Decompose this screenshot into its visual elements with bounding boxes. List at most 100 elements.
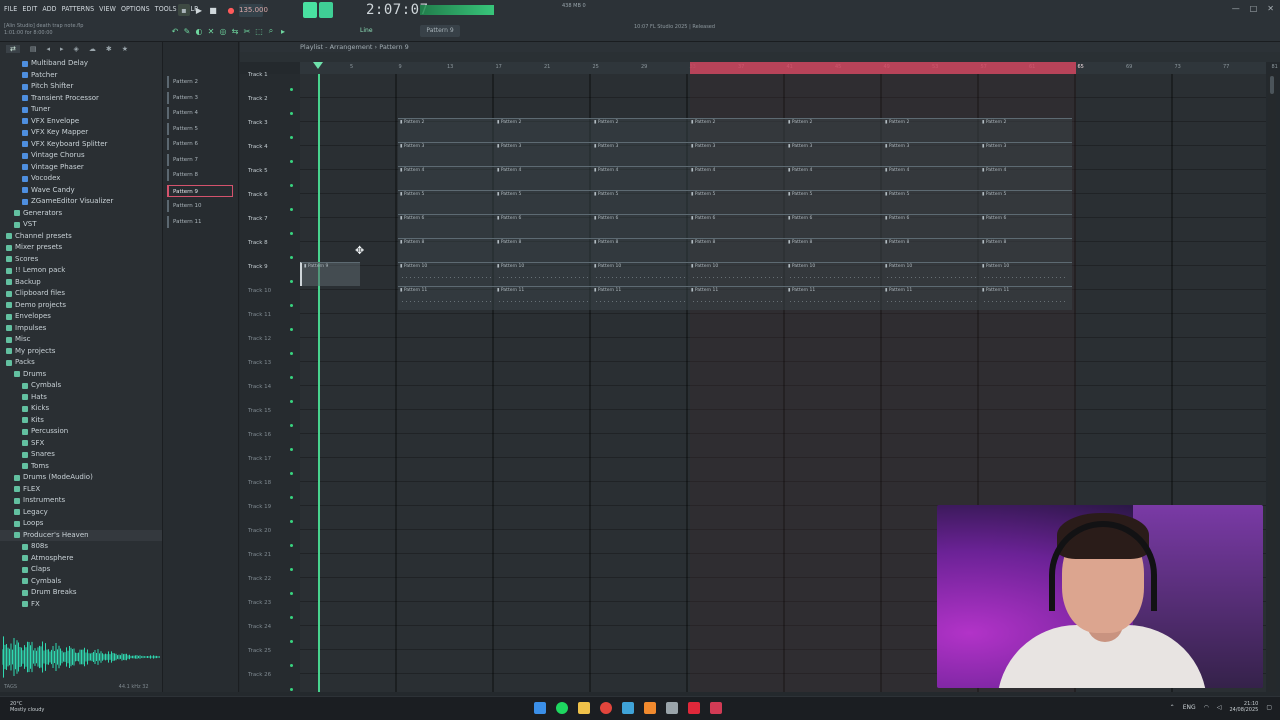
track-name[interactable]: Track 10 bbox=[248, 288, 271, 294]
pattern-clip[interactable]: ▮ Pattern 11 bbox=[980, 286, 1072, 310]
snap-selector[interactable]: Line bbox=[360, 27, 373, 34]
track-mute-led[interactable] bbox=[290, 136, 293, 139]
pattern-clip[interactable]: ▮ Pattern 6 bbox=[883, 214, 980, 238]
pattern-clip[interactable]: ▮ Pattern 3 bbox=[980, 142, 1072, 166]
track-name[interactable]: Track 9 bbox=[248, 264, 268, 270]
stop-icon[interactable]: ■ bbox=[207, 4, 219, 16]
pattern-clip[interactable]: ▮ Pattern 2 bbox=[980, 118, 1072, 142]
pattern-clip[interactable]: ▮ Pattern 3 bbox=[495, 142, 592, 166]
browser-item[interactable]: Instruments bbox=[0, 495, 162, 507]
pattern-clip[interactable]: ▮ Pattern 3 bbox=[883, 142, 980, 166]
weather-widget[interactable]: 20°C Mostly cloudy bbox=[10, 701, 44, 713]
track-mute-led[interactable] bbox=[290, 256, 293, 259]
file-explorer-icon[interactable] bbox=[578, 702, 590, 714]
track-mute-led[interactable] bbox=[290, 640, 293, 643]
browser-tab-2[interactable]: ▤ bbox=[30, 45, 37, 53]
pattern-clip[interactable]: ▮ Pattern 5 bbox=[398, 190, 495, 214]
browser-item[interactable]: Atmosphere bbox=[0, 553, 162, 565]
playhead-marker[interactable] bbox=[313, 62, 323, 69]
track-name[interactable]: Track 8 bbox=[248, 240, 268, 246]
pattern-selector[interactable]: Pattern 9 bbox=[420, 25, 460, 37]
slice-icon[interactable]: ✂ bbox=[242, 26, 252, 36]
browser-item[interactable]: Drum Breaks bbox=[0, 587, 162, 599]
pattern-clip[interactable]: ▮ Pattern 10 bbox=[592, 262, 689, 286]
track-name[interactable]: Track 21 bbox=[248, 552, 271, 558]
browser-item[interactable]: Pitch Shifter bbox=[0, 81, 162, 93]
pattern-clip[interactable]: ▮ Pattern 6 bbox=[786, 214, 883, 238]
browser-item[interactable]: VST bbox=[0, 219, 162, 231]
pattern-clip[interactable]: ▮ Pattern 5 bbox=[786, 190, 883, 214]
browser-item[interactable]: 808s bbox=[0, 541, 162, 553]
playlist-scrollbar[interactable] bbox=[1268, 74, 1276, 692]
pattern-clip[interactable]: ▮ Pattern 11 bbox=[883, 286, 980, 310]
pattern-clip[interactable]: ▮ Pattern 8 bbox=[495, 238, 592, 262]
browser-item[interactable]: Clipboard files bbox=[0, 288, 162, 300]
browser-item[interactable]: Patcher bbox=[0, 70, 162, 82]
pattern-picker-item[interactable]: Pattern 5 bbox=[167, 122, 233, 135]
menu-options[interactable]: OPTIONS bbox=[121, 5, 150, 13]
menu-view[interactable]: VIEW bbox=[99, 5, 116, 13]
browser-item[interactable]: Vintage Phaser bbox=[0, 162, 162, 174]
playback-icon[interactable]: ▸ bbox=[278, 26, 288, 36]
pattern-clip[interactable]: ▮ Pattern 4 bbox=[592, 166, 689, 190]
track-mute-led[interactable] bbox=[290, 88, 293, 91]
track-name[interactable]: Track 18 bbox=[248, 480, 271, 486]
pattern-clip[interactable]: ▮ Pattern 3 bbox=[398, 142, 495, 166]
pattern-clip[interactable]: ▮ Pattern 6 bbox=[592, 214, 689, 238]
browser-item[interactable]: Multiband Delay bbox=[0, 58, 162, 70]
track-mute-led[interactable] bbox=[290, 472, 293, 475]
browser-tab-8[interactable]: ★ bbox=[122, 45, 128, 53]
browser-item[interactable]: Wave Candy bbox=[0, 185, 162, 197]
pattern-clip[interactable]: ▮ Pattern 6 bbox=[398, 214, 495, 238]
browser-item[interactable]: Snares bbox=[0, 449, 162, 461]
windows-start-icon[interactable] bbox=[534, 702, 546, 714]
track-mute-led[interactable] bbox=[290, 328, 293, 331]
browser-item[interactable]: Backup bbox=[0, 277, 162, 289]
browser-all-tab[interactable]: ⇄ bbox=[6, 45, 20, 53]
track-name[interactable]: Track 24 bbox=[248, 624, 271, 630]
menu-edit[interactable]: EDIT bbox=[22, 5, 37, 13]
pattern-clip[interactable]: ▮ Pattern 4 bbox=[786, 166, 883, 190]
chrome-icon[interactable] bbox=[600, 702, 612, 714]
pattern-picker-item[interactable]: Pattern 11 bbox=[167, 215, 233, 228]
pattern-clip[interactable]: ▮ Pattern 4 bbox=[980, 166, 1072, 190]
pattern-clip[interactable]: ▮ Pattern 6 bbox=[980, 214, 1072, 238]
notifications-icon[interactable]: ▢ bbox=[1266, 704, 1272, 711]
pattern-clip[interactable]: ▮ Pattern 5 bbox=[689, 190, 786, 214]
pattern-clip[interactable]: ▮ Pattern 6 bbox=[689, 214, 786, 238]
slip-icon[interactable]: ⇆ bbox=[230, 26, 240, 36]
delete-icon[interactable]: ✕ bbox=[206, 26, 216, 36]
pattern-clip[interactable]: ▮ Pattern 10 bbox=[980, 262, 1072, 286]
app-icon-2[interactable] bbox=[710, 702, 722, 714]
track-mute-led[interactable] bbox=[290, 592, 293, 595]
browser-item[interactable]: Drums bbox=[0, 369, 162, 381]
browser-item[interactable]: Drums (ModeAudio) bbox=[0, 472, 162, 484]
browser-item[interactable]: Vocodex bbox=[0, 173, 162, 185]
track-mute-led[interactable] bbox=[290, 352, 293, 355]
pattern-clip[interactable]: ▮ Pattern 2 bbox=[786, 118, 883, 142]
paint-icon[interactable]: ◐ bbox=[194, 26, 204, 36]
track-name[interactable]: Track 22 bbox=[248, 576, 271, 582]
track-mute-led[interactable] bbox=[290, 424, 293, 427]
browser-item[interactable]: Packs bbox=[0, 357, 162, 369]
pattern-clip[interactable]: ▮ Pattern 8 bbox=[398, 238, 495, 262]
browser-item[interactable]: Impulses bbox=[0, 323, 162, 335]
browser-icon[interactable] bbox=[622, 702, 634, 714]
mute-icon[interactable]: ◎ bbox=[218, 26, 228, 36]
clock[interactable]: 21:10 24/08/2025 bbox=[1230, 701, 1259, 713]
track-name[interactable]: Track 1 bbox=[248, 72, 268, 78]
track-name[interactable]: Track 16 bbox=[248, 432, 271, 438]
youtube-icon[interactable] bbox=[688, 702, 700, 714]
pencil-icon[interactable]: ✎ bbox=[182, 26, 192, 36]
browser-item[interactable]: Vintage Chorus bbox=[0, 150, 162, 162]
pattern-clip[interactable]: ▮ Pattern 10 bbox=[786, 262, 883, 286]
pattern-picker-item[interactable]: Pattern 4 bbox=[167, 107, 233, 119]
pattern-clip[interactable]: ▮ Pattern 10 bbox=[495, 262, 592, 286]
browser-item[interactable]: VFX Key Mapper bbox=[0, 127, 162, 139]
track-mute-led[interactable] bbox=[290, 304, 293, 307]
pattern-clip[interactable]: ▮ Pattern 11 bbox=[592, 286, 689, 310]
tempo-display[interactable]: 135.000 bbox=[239, 4, 268, 17]
track-name[interactable]: Track 6 bbox=[248, 192, 268, 198]
minimize-icon[interactable]: — bbox=[1232, 4, 1240, 13]
browser-item[interactable]: Claps bbox=[0, 564, 162, 576]
